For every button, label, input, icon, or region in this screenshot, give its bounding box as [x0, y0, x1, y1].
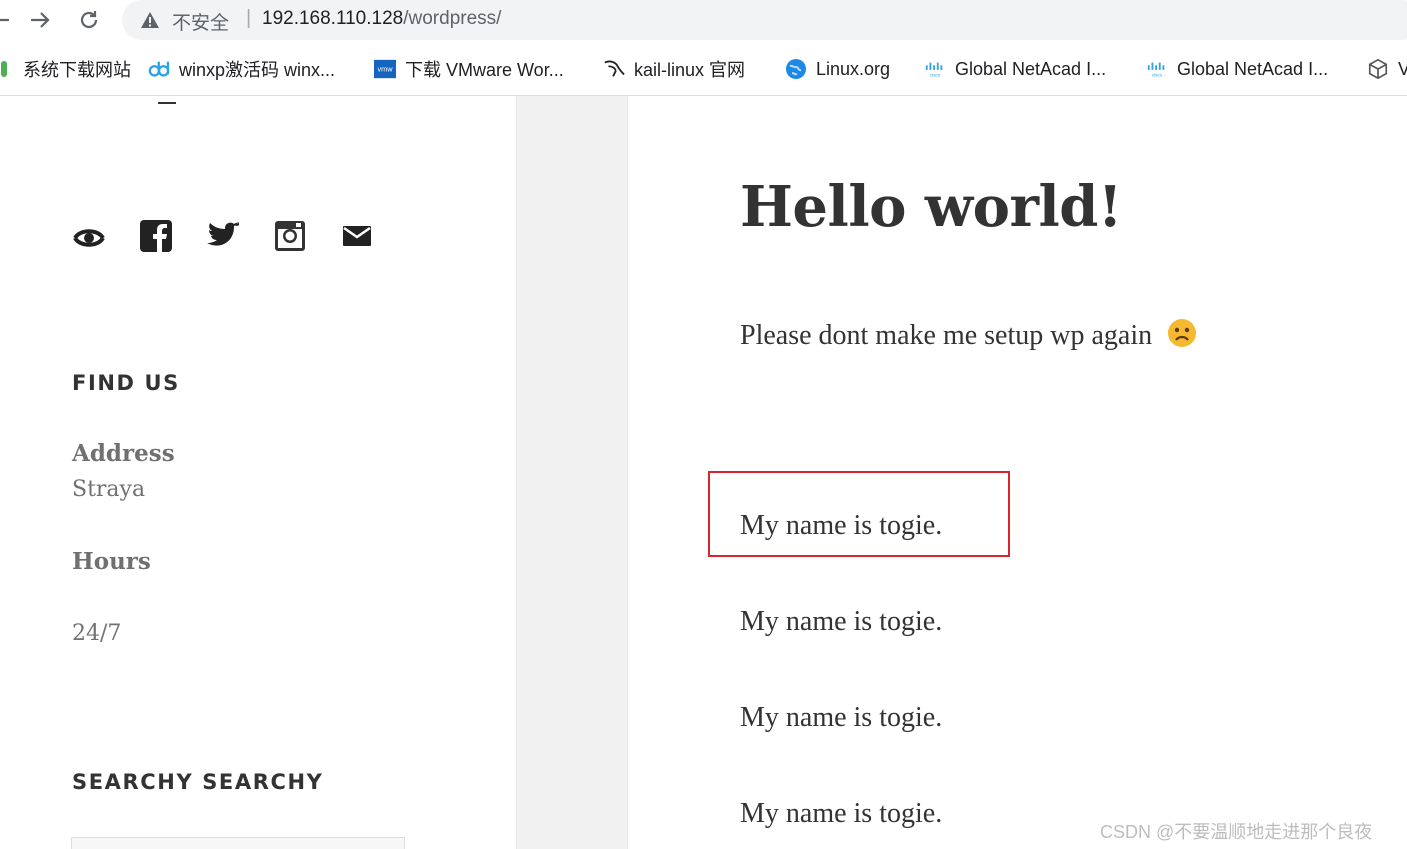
bookmark-label: winxp激活码 winx...	[179, 60, 336, 80]
bookmark-label: 系统下载网站	[23, 60, 131, 80]
instagram-icon[interactable]	[272, 218, 308, 254]
post-line: My name is togie.	[740, 702, 943, 733]
post-line: My name is togie.	[740, 606, 943, 637]
cisco-icon: cisco	[924, 58, 946, 80]
cube-icon	[1367, 58, 1389, 80]
forward-arrow-icon[interactable]	[24, 4, 56, 36]
content-gutter	[516, 96, 628, 849]
bookmark-item[interactable]: winxp激活码 winx...	[148, 56, 335, 82]
post-intro: Please dont make me setup wp again	[740, 318, 1197, 356]
bookmark-item[interactable]: 系统下载网站	[0, 56, 131, 82]
green-bookmark-icon	[0, 58, 14, 80]
svg-text:cisco: cisco	[1152, 72, 1163, 77]
bookmark-label: Global NetAcad I...	[955, 58, 1107, 79]
address-bar[interactable]: 不安全 | 192.168.110.128/wordpress/	[122, 0, 1407, 40]
bookmark-label: Linux.org	[816, 58, 891, 79]
sad-face-emoji	[1167, 318, 1197, 356]
hours-value: 24/7	[72, 621, 122, 646]
sidebar: FIND US Address Straya Hours 24/7 SEARCH…	[0, 96, 516, 849]
address-label: Address	[72, 440, 175, 467]
hours-label: Hours	[72, 548, 151, 575]
vmw-logo-icon: vmw	[374, 58, 396, 80]
svg-text:vmw: vmw	[377, 65, 393, 74]
svg-text:cisco: cisco	[930, 72, 941, 77]
address-value: Straya	[72, 477, 146, 502]
bookmark-label: Global NetAcad I...	[1177, 58, 1329, 79]
bookmark-item[interactable]: kail-linux 官网	[603, 56, 745, 82]
search-input[interactable]	[71, 837, 405, 849]
bookmark-item[interactable]: vmw 下载 VMware Wor...	[374, 56, 564, 82]
cisco-icon: cisco	[1146, 58, 1168, 80]
reload-icon[interactable]	[73, 4, 105, 36]
url-host: 192.168.110.128	[262, 8, 404, 29]
highlight-annotation-box	[708, 471, 1010, 557]
url-path: /wordpress/	[403, 8, 502, 29]
twitter-icon[interactable]	[205, 218, 241, 254]
dd-logo-icon	[148, 58, 170, 80]
bookmarks-bar: 系统下载网站 winxp激活码 winx... vmw 下载 VMware Wo…	[0, 42, 1407, 96]
post-line: My name is togie.	[740, 798, 943, 829]
bookmark-item[interactable]: cisco Global NetAcad I...	[1146, 56, 1328, 82]
kali-dragon-icon	[603, 58, 625, 80]
bookmark-item[interactable]: Linux.org	[785, 56, 890, 82]
bookmark-item[interactable]: cisco Global NetAcad I...	[924, 56, 1106, 82]
wordpress-icon[interactable]	[71, 218, 107, 254]
bookmark-item[interactable]: V	[1367, 56, 1407, 82]
back-arrow-icon[interactable]	[0, 4, 16, 36]
find-us-title: FIND US	[72, 371, 180, 395]
browser-toolbar: 不安全 | 192.168.110.128/wordpress/	[0, 0, 1407, 42]
email-icon[interactable]	[339, 218, 375, 254]
post-intro-text: Please dont make me setup wp again	[740, 320, 1153, 351]
insecure-label[interactable]: 不安全	[172, 8, 229, 35]
url-text[interactable]: 192.168.110.128/wordpress/	[262, 8, 501, 30]
site-title-fragment	[158, 96, 176, 104]
csdn-watermark: CSDN @不要温顺地走进那个良夜	[1100, 822, 1373, 842]
globe-icon	[785, 58, 807, 80]
main-content: Hello world! Please dont make me setup w…	[628, 96, 1407, 849]
bookmark-label: V	[1398, 58, 1407, 79]
bookmark-label: 下载 VMware Wor...	[405, 60, 564, 80]
warning-triangle-icon[interactable]	[140, 11, 160, 34]
search-widget-title: SEARCHY SEARCHY	[72, 770, 324, 794]
url-separator: |	[246, 7, 252, 29]
post-title[interactable]: Hello world!	[740, 174, 1123, 240]
bookmark-label: kail-linux 官网	[634, 60, 746, 80]
facebook-icon[interactable]	[138, 218, 174, 254]
